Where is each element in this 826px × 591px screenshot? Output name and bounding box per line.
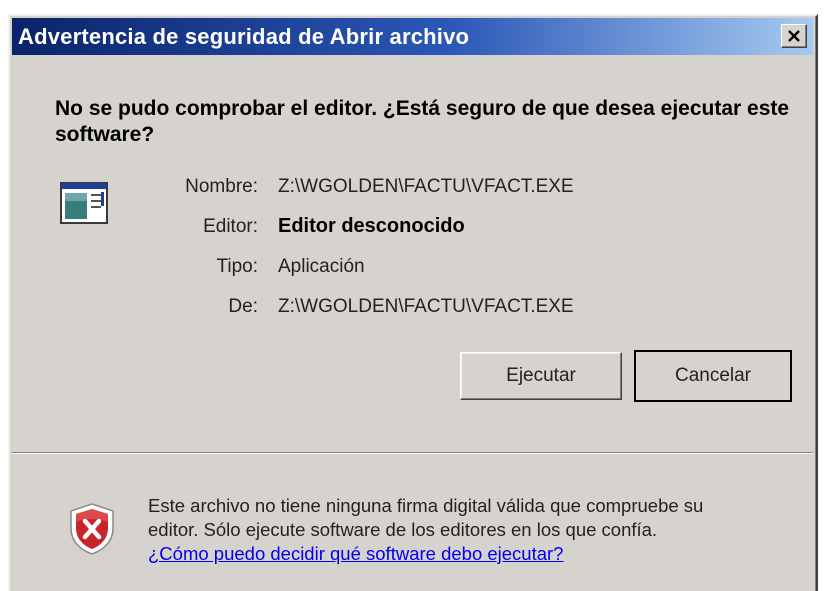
question-text: No se pudo comprobar el editor. ¿Está se… xyxy=(55,97,790,146)
window-title: Advertencia de seguridad de Abrir archiv… xyxy=(18,24,470,49)
security-warning-dialog: Advertencia de seguridad de Abrir archiv… xyxy=(8,14,818,591)
run-button[interactable]: Ejecutar xyxy=(460,352,622,400)
warning-line-1: Este archivo no tiene ninguna firma digi… xyxy=(148,495,704,516)
type-value: Aplicación xyxy=(278,256,365,277)
warning-line-2: editor. Sólo ejecute software de los edi… xyxy=(148,519,658,540)
detail-labels: Nombre: Editor: Tipo: De: xyxy=(140,176,258,326)
detail-values: Z:\WGOLDEN\FACTU\VFACT.EXE Editor descon… xyxy=(278,176,818,326)
name-value: Z:\WGOLDEN\FACTU\VFACT.EXE xyxy=(278,176,574,197)
from-label: De: xyxy=(228,296,258,317)
warning-text: Este archivo no tiene ninguna firma digi… xyxy=(148,494,816,566)
from-value: Z:\WGOLDEN\FACTU\VFACT.EXE xyxy=(278,296,574,317)
close-button[interactable] xyxy=(781,24,807,48)
shield-x-icon xyxy=(70,503,114,555)
application-file-icon xyxy=(60,182,108,224)
help-link[interactable]: ¿Cómo puedo decidir qué software debo ej… xyxy=(148,542,563,566)
separator xyxy=(12,452,813,454)
editor-label: Editor: xyxy=(203,216,258,237)
name-label: Nombre: xyxy=(185,176,258,197)
type-label: Tipo: xyxy=(216,256,258,277)
editor-value: Editor desconocido xyxy=(278,215,465,237)
cancel-button[interactable]: Cancelar xyxy=(634,350,792,402)
close-icon xyxy=(788,30,800,42)
title-bar[interactable]: Advertencia de seguridad de Abrir archiv… xyxy=(12,18,813,55)
